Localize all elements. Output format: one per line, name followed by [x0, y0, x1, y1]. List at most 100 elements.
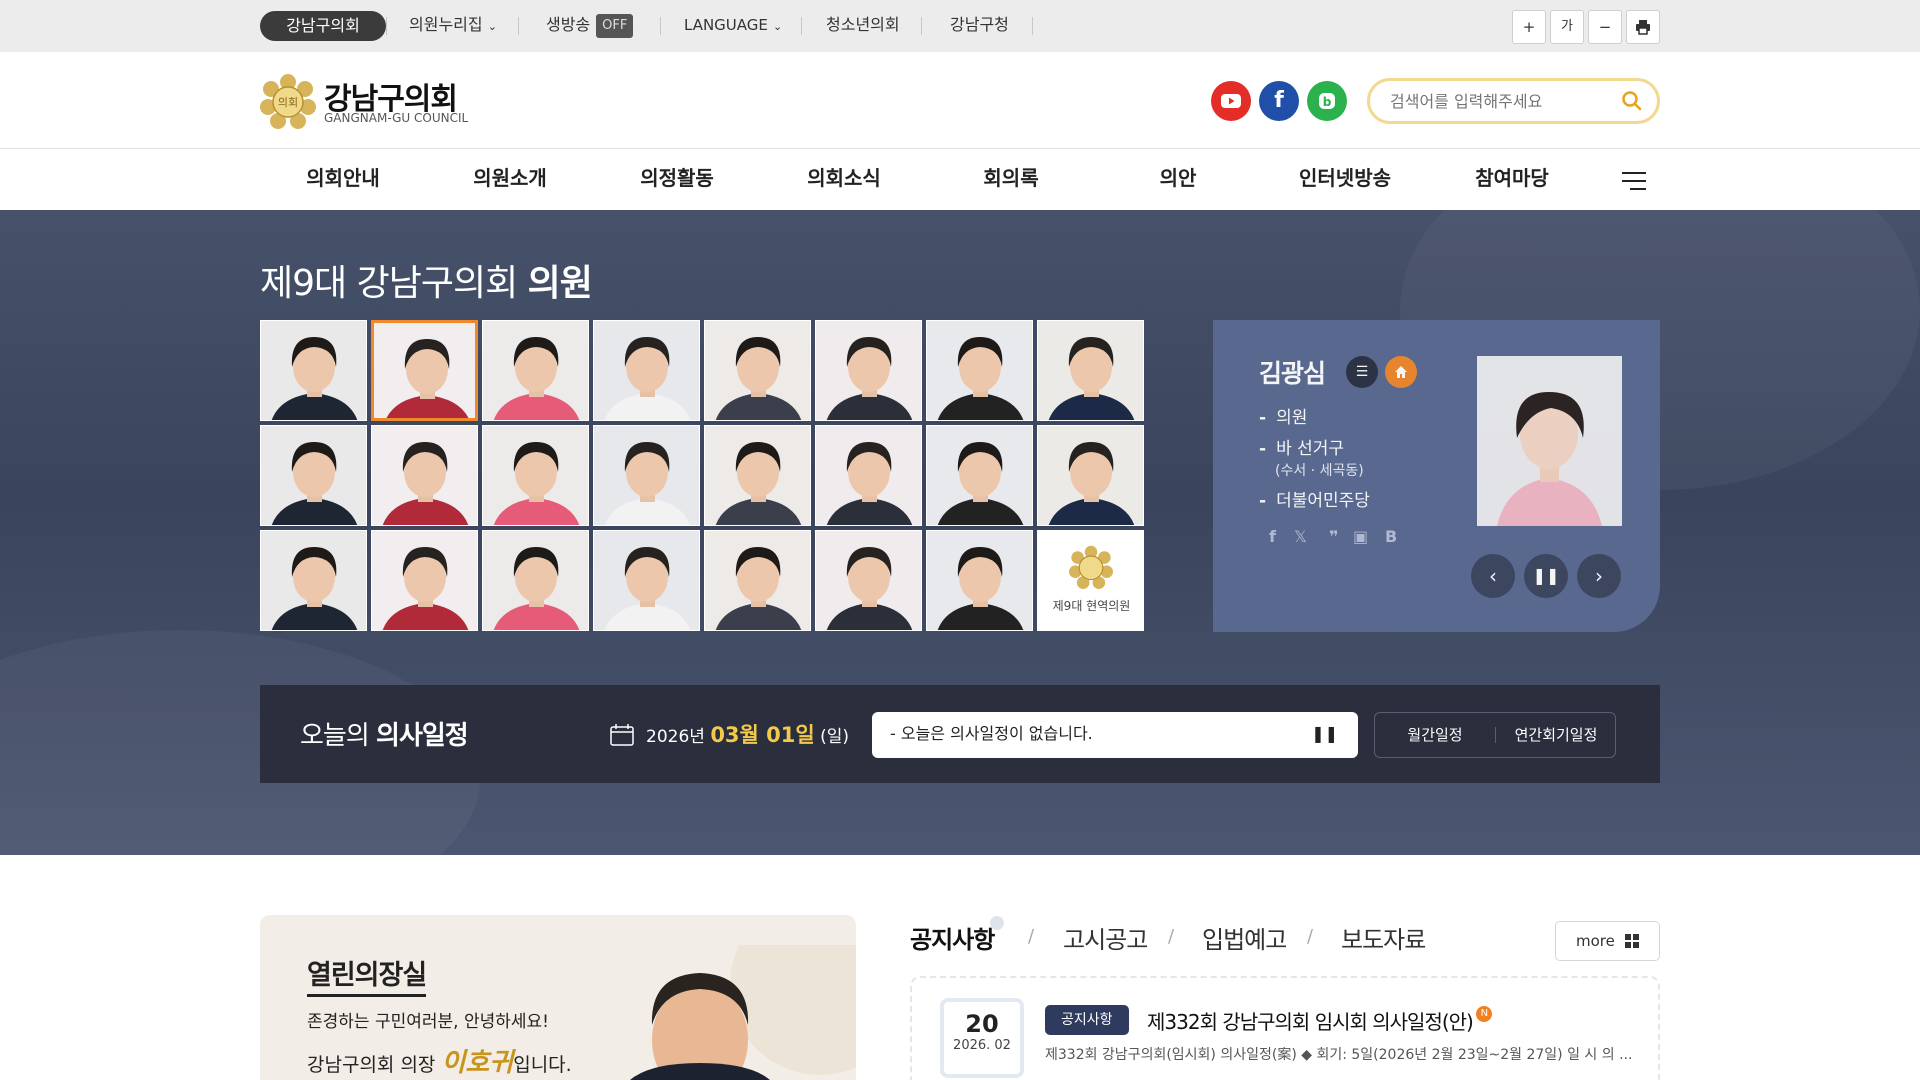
open-room-greeting: 존경하는 구민여러분, 안녕하세요! [307, 1012, 549, 1032]
member-detail-button[interactable]: ☰ [1346, 356, 1378, 388]
tab-public-notice[interactable]: 고시공고 [1063, 920, 1148, 955]
member-photo[interactable] [926, 530, 1033, 631]
youtube-link[interactable] [1211, 81, 1251, 121]
member-photo[interactable] [815, 425, 922, 526]
open-room-signature: 강남구의회 의장 이호귀입니다. [307, 1042, 572, 1079]
instagram-icon[interactable]: ▣ [1353, 527, 1368, 546]
member-photo[interactable] [482, 425, 589, 526]
member-photo[interactable] [371, 320, 478, 421]
main-navigation-inner: 의회안내 의원소개 의정활동 의회소식 회의록 의안 인터넷방송 참여마당 [260, 150, 1660, 210]
font-increase-button[interactable]: + [1512, 10, 1546, 44]
member-homepage-button[interactable] [1385, 356, 1417, 388]
pause-icon[interactable]: ❚❚ [1311, 712, 1338, 756]
search-icon[interactable] [1621, 90, 1643, 116]
live-status-badge: OFF [596, 13, 634, 38]
member-district-detail: (수서 · 세곡동) [1275, 463, 1364, 479]
threads-icon[interactable]: ❞ [1329, 527, 1338, 546]
nav-item-participation[interactable]: 참여마당 [1437, 150, 1587, 210]
current-members-button[interactable]: 제9대 현역의원 [1037, 530, 1144, 631]
member-photo[interactable] [593, 425, 700, 526]
chevron-down-icon: ⌄ [772, 20, 783, 33]
pause-slider-button[interactable]: ❚❚ [1524, 554, 1568, 598]
nav-item-news[interactable]: 의회소식 [769, 150, 919, 210]
live-label: 생방송 [546, 15, 591, 34]
new-badge: N [1475, 1006, 1492, 1022]
chevron-left-icon: ‹ [1489, 564, 1497, 588]
member-photo[interactable] [815, 530, 922, 631]
schedule-year: 2026년 [646, 727, 705, 747]
member-photo[interactable] [926, 425, 1033, 526]
member-photo[interactable] [593, 530, 700, 631]
member-photo[interactable] [371, 425, 478, 526]
member-photo[interactable] [1037, 425, 1144, 526]
facebook-link[interactable]: f [1259, 81, 1299, 121]
news-year-month: 2026. 02 [953, 1038, 1011, 1053]
nav-item-activities[interactable]: 의정활동 [602, 150, 752, 210]
member-photo[interactable] [815, 320, 922, 421]
svg-text:b: b [1323, 95, 1332, 109]
member-photo[interactable] [260, 320, 367, 421]
gangnam-office-link[interactable]: 강남구청 [950, 0, 1009, 52]
schedule-month-day: 03월 01일 [710, 723, 815, 747]
tab-separator: / [1168, 926, 1175, 947]
member-photo[interactable] [704, 530, 811, 631]
font-decrease-button[interactable]: − [1588, 10, 1622, 44]
monthly-schedule-button[interactable]: 월간일정 [1375, 713, 1495, 757]
schedule-date: 2026년 03월 01일 (일) [610, 719, 849, 749]
nav-item-members[interactable]: 의원소개 [435, 150, 585, 210]
x-twitter-icon[interactable]: 𝕏 [1294, 527, 1307, 546]
news-title[interactable]: 제332회 강남구의회 임시회 의사일정(안) N [1147, 1006, 1492, 1035]
tab-notice[interactable]: 공지사항 [910, 920, 995, 955]
member-photo[interactable] [482, 530, 589, 631]
council-emblem-icon[interactable]: 의회 [260, 73, 316, 129]
member-photo[interactable] [371, 530, 478, 631]
member-photo[interactable] [926, 320, 1033, 421]
yearly-schedule-button[interactable]: 연간회기일정 [1496, 713, 1616, 757]
blog-link[interactable]: b [1307, 81, 1347, 121]
news-list: 20 2026. 02 공지사항 제332회 강남구의회 임시회 의사일정(안)… [910, 976, 1660, 1080]
search-box [1367, 78, 1660, 124]
member-photo-grid: 제9대 현역의원 [260, 320, 1149, 632]
member-photo[interactable] [1037, 320, 1144, 421]
open-room-title: 열린의장실 [307, 953, 427, 997]
members-title-prefix: 제9대 강남구의회 [260, 263, 518, 304]
facebook-icon[interactable]: f [1269, 527, 1276, 546]
youth-council-link[interactable]: 청소년의회 [826, 0, 900, 52]
blog-icon[interactable]: B [1385, 527, 1397, 546]
nav-item-bills[interactable]: 의안 [1103, 150, 1253, 210]
member-photo[interactable] [482, 320, 589, 421]
search-input[interactable] [1390, 89, 1610, 113]
archive-menu[interactable]: 의원누리집 ⌄ [409, 0, 497, 52]
member-photo[interactable] [704, 425, 811, 526]
archive-label: 의원누리집 [409, 15, 483, 34]
open-chairman-room[interactable]: 열린의장실 존경하는 구민여러분, 안녕하세요! 강남구의회 의장 이호귀입니다… [260, 915, 856, 1080]
nav-item-internet-broadcast[interactable]: 인터넷방송 [1270, 150, 1420, 210]
plus-icon: + [1522, 18, 1536, 36]
chairman-name: 이호귀 [441, 1048, 514, 1078]
previous-member-button[interactable]: ‹ [1471, 554, 1515, 598]
nav-item-minutes[interactable]: 회의록 [936, 150, 1086, 210]
nav-item-council-info[interactable]: 의회안내 [268, 150, 418, 210]
news-title-text: 제332회 강남구의회 임시회 의사일정(안) [1147, 1010, 1474, 1034]
member-photo[interactable] [704, 320, 811, 421]
schedule-message-text: - 오늘은 의사일정이 없습니다. [890, 724, 1093, 743]
next-member-button[interactable]: › [1577, 554, 1621, 598]
divider [921, 17, 922, 35]
schedule-message: - 오늘은 의사일정이 없습니다. ❚❚ [872, 712, 1358, 758]
divider [660, 17, 661, 35]
more-button[interactable]: more [1555, 921, 1660, 961]
home-link[interactable]: 강남구의회 [260, 11, 386, 41]
divider [1032, 17, 1033, 35]
language-menu[interactable]: LANGUAGE ⌄ [684, 0, 782, 52]
all-menu-icon[interactable] [1622, 172, 1646, 190]
signature-suffix: 입니다. [513, 1054, 572, 1076]
print-button[interactable] [1626, 10, 1660, 44]
live-broadcast-link[interactable]: 생방송 OFF [546, 0, 634, 52]
member-photo[interactable] [260, 530, 367, 631]
tab-press-release[interactable]: 보도자료 [1341, 920, 1426, 955]
home-icon [1395, 366, 1407, 378]
tab-legislation-notice[interactable]: 입법예고 [1202, 920, 1287, 955]
member-photo[interactable] [593, 320, 700, 421]
font-reset-button[interactable]: 가 [1550, 10, 1584, 44]
member-photo[interactable] [260, 425, 367, 526]
